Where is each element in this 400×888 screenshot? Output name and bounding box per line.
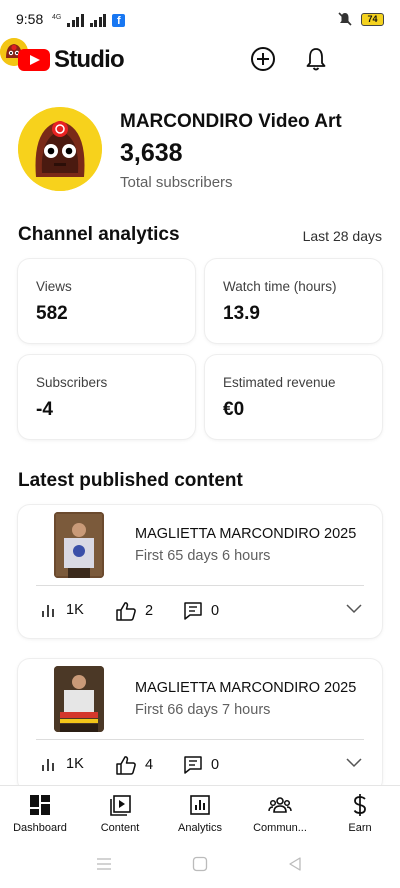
nav-label: Dashboard bbox=[13, 822, 67, 834]
bottom-navigation: Dashboard Content Analytics Commun... Ea… bbox=[0, 785, 400, 843]
status-icons: 4G f bbox=[52, 11, 126, 27]
nav-analytics[interactable]: Analytics bbox=[160, 793, 240, 834]
status-time: 9:58 bbox=[16, 11, 44, 27]
dollar-icon bbox=[353, 794, 366, 816]
views-stat: 1K bbox=[40, 601, 84, 619]
channel-name: MARCONDIRO Video Art bbox=[120, 111, 342, 132]
comments-stat: 0 bbox=[183, 755, 219, 775]
card-value: €0 bbox=[223, 399, 245, 420]
card-value: -4 bbox=[36, 399, 53, 420]
community-icon bbox=[268, 797, 292, 813]
video-card[interactable]: MAGLIETTA MARCONDIRO 2025 First 66 days … bbox=[18, 659, 382, 792]
nav-dashboard[interactable]: Dashboard bbox=[0, 793, 80, 834]
nav-content[interactable]: Content bbox=[80, 793, 160, 834]
subscribers-card[interactable]: Subscribers -4 bbox=[18, 355, 195, 439]
nav-earn[interactable]: Earn bbox=[320, 793, 400, 834]
views-count: 1K bbox=[66, 602, 84, 618]
card-label: Estimated revenue bbox=[223, 375, 336, 390]
dashboard-icon bbox=[30, 795, 50, 815]
video-thumbnail[interactable] bbox=[54, 512, 104, 578]
studio-logo[interactable]: Studio bbox=[18, 46, 125, 74]
app-header: Studio bbox=[0, 38, 400, 82]
youtube-play-icon bbox=[18, 49, 50, 71]
channel-avatar[interactable] bbox=[18, 107, 102, 191]
comments-count: 0 bbox=[211, 603, 220, 619]
nav-label: Analytics bbox=[177, 822, 223, 834]
battery-icon: 74 bbox=[361, 12, 384, 26]
card-label: Views bbox=[36, 279, 72, 294]
comment-icon bbox=[184, 756, 202, 774]
bar-chart-icon bbox=[42, 605, 54, 617]
thumbs-up-icon bbox=[116, 602, 136, 621]
card-value: 582 bbox=[36, 303, 68, 324]
video-title: MAGLIETTA MARCONDIRO 2025 bbox=[135, 680, 357, 696]
facebook-notification-icon: f bbox=[112, 14, 126, 27]
chevron-down-icon[interactable] bbox=[346, 604, 362, 614]
latest-content-title: Latest published content bbox=[18, 470, 243, 491]
video-period: First 66 days 7 hours bbox=[135, 702, 271, 718]
video-thumbnail[interactable] bbox=[54, 666, 104, 732]
likes-stat: 2 bbox=[115, 601, 153, 621]
video-period: First 65 days 6 hours bbox=[135, 548, 271, 564]
signal-2-icon bbox=[89, 14, 107, 27]
likes-count: 2 bbox=[145, 603, 154, 619]
home-icon[interactable] bbox=[192, 856, 208, 872]
signal-icon bbox=[67, 14, 84, 27]
comments-stat: 0 bbox=[183, 601, 219, 621]
video-title: MAGLIETTA MARCONDIRO 2025 bbox=[135, 526, 357, 542]
card-label: Watch time (hours) bbox=[223, 279, 337, 294]
status-bar: 9:58 4G f 74 bbox=[0, 0, 400, 38]
thumbs-up-icon bbox=[116, 756, 136, 775]
watch-time-card[interactable]: Watch time (hours) 13.9 bbox=[205, 259, 382, 343]
create-button[interactable] bbox=[249, 45, 277, 73]
analytics-icon bbox=[190, 795, 210, 815]
subscriber-label: Total subscribers bbox=[120, 174, 233, 191]
bar-chart-icon bbox=[42, 759, 54, 771]
divider bbox=[36, 739, 364, 740]
channel-analytics-title: Channel analytics bbox=[18, 224, 180, 245]
revenue-card[interactable]: Estimated revenue €0 bbox=[205, 355, 382, 439]
network-label: 4G bbox=[52, 14, 62, 21]
views-card[interactable]: Views 582 bbox=[18, 259, 195, 343]
analytics-period: Last 28 days bbox=[302, 228, 382, 244]
subscriber-count: 3,638 bbox=[120, 139, 183, 167]
divider bbox=[36, 585, 364, 586]
views-stat: 1K bbox=[40, 755, 84, 773]
menu-icon[interactable] bbox=[96, 856, 112, 872]
system-navigation-bar bbox=[0, 843, 400, 888]
comment-icon bbox=[184, 602, 202, 620]
nav-label: Content bbox=[100, 822, 140, 834]
views-count: 1K bbox=[66, 756, 84, 772]
likes-stat: 4 bbox=[115, 755, 153, 775]
likes-count: 4 bbox=[145, 757, 154, 773]
comments-count: 0 bbox=[211, 757, 220, 773]
card-value: 13.9 bbox=[223, 303, 260, 324]
nav-label: Commun... bbox=[253, 822, 307, 834]
card-label: Subscribers bbox=[36, 375, 108, 390]
nav-label: Earn bbox=[348, 822, 372, 834]
silent-mode-icon bbox=[338, 12, 352, 26]
notifications-bell-icon[interactable] bbox=[302, 45, 330, 73]
logo-text: Studio bbox=[54, 46, 125, 73]
content-icon bbox=[110, 795, 131, 816]
video-card[interactable]: MAGLIETTA MARCONDIRO 2025 First 65 days … bbox=[18, 505, 382, 638]
chevron-down-icon[interactable] bbox=[346, 758, 362, 768]
nav-community[interactable]: Commun... bbox=[240, 793, 320, 834]
back-icon[interactable] bbox=[287, 856, 303, 872]
